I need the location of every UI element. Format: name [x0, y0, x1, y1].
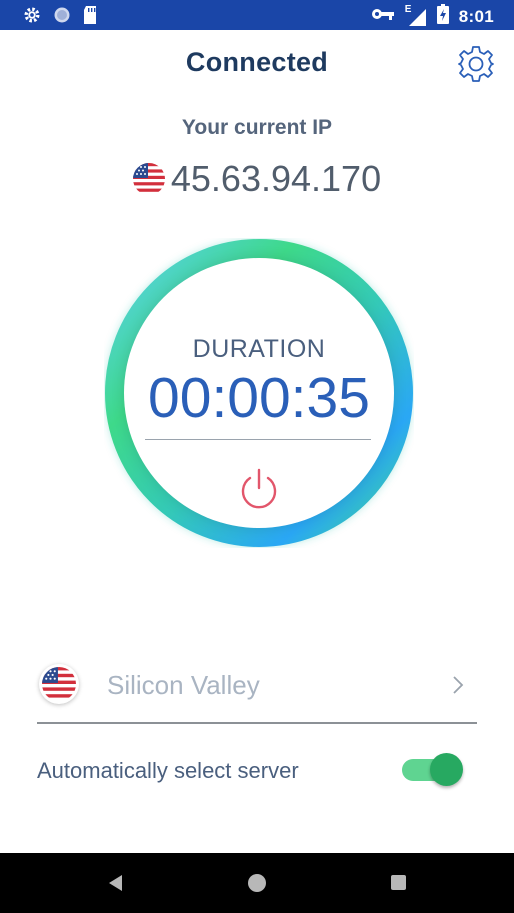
server-selector[interactable]: Silicon Valley: [37, 660, 477, 724]
home-icon[interactable]: [248, 874, 266, 892]
navigation-bar: [0, 853, 514, 913]
current-ip: 45.63.94.170: [0, 158, 514, 200]
settings-gear-icon: [22, 5, 42, 30]
ip-address: 45.63.94.170: [170, 158, 382, 199]
us-flag-icon: [133, 163, 165, 195]
ip-label: Your current IP: [181, 116, 333, 139]
timer-card: DURATION 00:00:35: [124, 258, 394, 528]
toggle-thumb: [430, 753, 463, 786]
power-icon: [241, 468, 277, 509]
disconnect-button[interactable]: [236, 466, 282, 512]
page-title: Connected: [185, 47, 329, 77]
vpn-key-icon: [371, 7, 395, 26]
connection-timer: DURATION 00:00:35: [104, 238, 414, 548]
status-bar: E 8:01: [0, 0, 514, 30]
duration-label: DURATION: [192, 335, 326, 363]
chevron-right-icon: [453, 676, 464, 694]
auto-select-label: Automatically select server: [37, 758, 299, 783]
sync-circle-icon: [52, 5, 72, 30]
sd-card-icon: [82, 5, 98, 30]
divider: [145, 439, 371, 440]
auto-select-toggle[interactable]: [402, 752, 464, 786]
battery-charging-icon: [436, 4, 449, 29]
gear-icon: [458, 46, 494, 82]
clock: 8:01: [458, 6, 494, 26]
settings-button[interactable]: [456, 44, 496, 84]
us-flag-icon: [42, 667, 76, 701]
signal-icon: E: [405, 4, 427, 27]
server-name: Silicon Valley: [107, 670, 260, 700]
server-flag: [39, 664, 79, 704]
back-icon[interactable]: [106, 873, 124, 893]
duration-value: 00:00:35: [148, 366, 370, 430]
recents-icon[interactable]: [391, 875, 406, 890]
